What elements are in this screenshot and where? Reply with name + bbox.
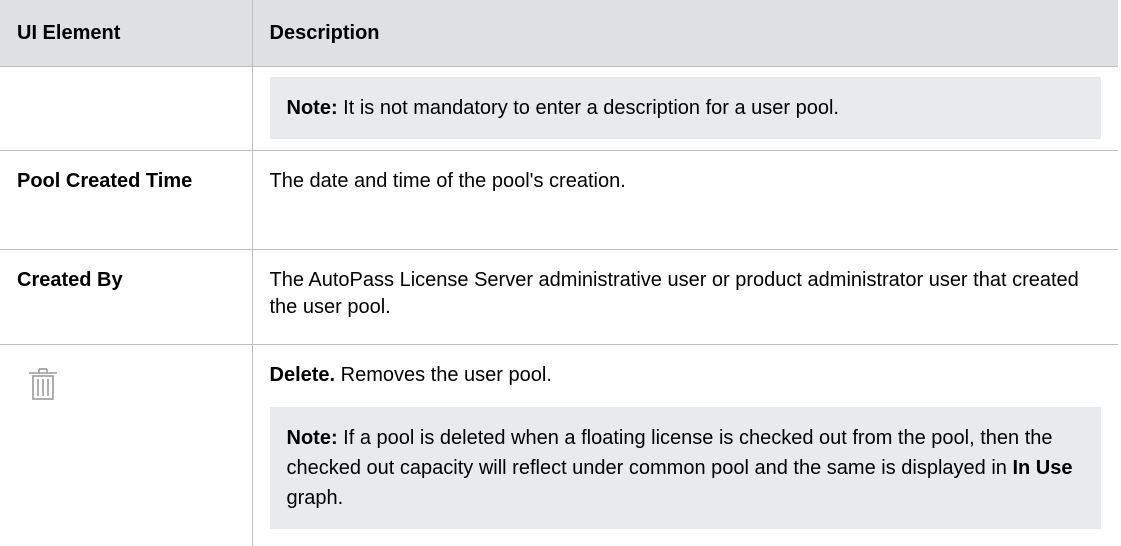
note-label: Note:	[287, 97, 338, 119]
ui-element-table: UI Element Description Note: It is not m…	[0, 0, 1118, 546]
note-text-end: graph.	[287, 487, 344, 509]
description-cell: Note: It is not mandatory to enter a des…	[252, 67, 1118, 151]
delete-description: Delete. Removes the user pool.	[270, 362, 1102, 389]
delete-label: Delete.	[270, 364, 336, 386]
column-header-description: Description	[252, 0, 1118, 67]
note-text: It is not mandatory to enter a descripti…	[338, 97, 839, 119]
in-use-label: In Use	[1012, 457, 1072, 479]
ui-element-cell: Created By	[0, 250, 252, 345]
description-cell: The date and time of the pool's creation…	[252, 151, 1118, 250]
note-box: Note: If a pool is deleted when a floati…	[270, 407, 1102, 529]
description-cell: Delete. Removes the user pool. Note: If …	[252, 345, 1118, 546]
note-text: If a pool is deleted when a floating lic…	[287, 427, 1053, 479]
note-box: Note: It is not mandatory to enter a des…	[270, 77, 1102, 139]
ui-element-cell	[0, 67, 252, 151]
column-header-ui-element: UI Element	[0, 0, 252, 67]
table-header-row: UI Element Description	[0, 0, 1118, 67]
table-row: Delete. Removes the user pool. Note: If …	[0, 345, 1118, 546]
description-cell: The AutoPass License Server administrati…	[252, 250, 1118, 345]
table-row: Note: It is not mandatory to enter a des…	[0, 67, 1118, 151]
ui-element-cell	[0, 345, 252, 546]
trash-icon	[25, 366, 61, 402]
ui-element-cell: Pool Created Time	[0, 151, 252, 250]
table-row: Created By The AutoPass License Server a…	[0, 250, 1118, 345]
delete-text: Removes the user pool.	[335, 364, 552, 386]
table-row: Pool Created Time The date and time of t…	[0, 151, 1118, 250]
note-label: Note:	[287, 427, 338, 449]
